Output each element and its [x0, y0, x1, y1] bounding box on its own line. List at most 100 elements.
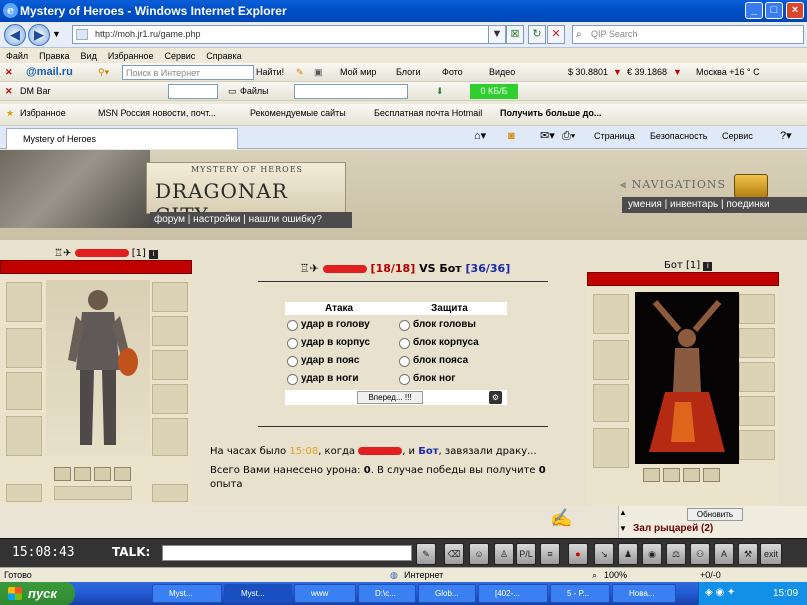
task-402[interactable]: [402-... [478, 584, 548, 603]
sphere-icon[interactable]: ◉ [642, 543, 662, 565]
bot-info-icon[interactable]: i [703, 262, 713, 271]
amulet-slot[interactable] [6, 484, 42, 502]
square-icon[interactable]: ▣ [314, 65, 323, 80]
gloves-slot[interactable] [6, 328, 42, 368]
player-info-icon[interactable]: i [149, 250, 159, 259]
mailru-video[interactable]: Видео [489, 65, 515, 80]
tab-mystery-of-heroes[interactable]: Mystery of Heroes [6, 128, 238, 149]
url-dropdown-icon[interactable]: ▼ [488, 25, 506, 44]
scroll-down-icon[interactable]: ▼ [619, 524, 627, 533]
tools-menu[interactable]: Сервис [722, 129, 753, 144]
menu-tools[interactable]: Сервис [164, 51, 195, 61]
minimize-button[interactable]: _ [745, 2, 763, 19]
balance-icon[interactable]: ⚖ [666, 543, 686, 565]
nav-duels[interactable]: поединки [726, 199, 769, 210]
armor-slot[interactable] [6, 416, 42, 456]
task-glob[interactable]: Glob... [418, 584, 476, 603]
talk-input[interactable] [162, 545, 412, 561]
game-menu-forum[interactable]: форум [154, 214, 185, 225]
mailru-my-world[interactable]: Мой мир [340, 65, 376, 80]
download-arrow-icon[interactable]: ⬇ [436, 84, 444, 99]
mailru-logo[interactable]: @mail.ru [26, 65, 73, 80]
back-button[interactable]: ◀ [4, 24, 26, 46]
block-head-option[interactable]: блок головы [397, 317, 476, 333]
compat-view-icon[interactable]: ⊠ [506, 25, 524, 44]
list-icon[interactable]: ≡ [540, 543, 560, 565]
game-menu-settings[interactable]: настройки [193, 214, 240, 225]
block-body-radio[interactable] [399, 338, 410, 349]
task-ie-active[interactable]: Myst... [224, 584, 292, 603]
mailru-photo[interactable]: Фото [442, 65, 463, 80]
attack-head-option[interactable]: удар в голову [285, 317, 370, 333]
brush-icon[interactable]: ✎ [416, 543, 436, 565]
text-a-button[interactable]: A [714, 543, 734, 565]
menu-view[interactable]: Вид [81, 51, 97, 61]
boots-slot[interactable] [152, 418, 188, 456]
close-toolbar-icon[interactable]: ✕ [5, 65, 13, 80]
figure-icon[interactable]: ♟ [618, 543, 638, 565]
attack-waist-radio[interactable] [287, 356, 298, 367]
mail-icon[interactable]: ✉▾ [540, 129, 555, 144]
fav-hotmail[interactable]: Бесплатная почта Hotmail [374, 106, 482, 121]
start-button[interactable]: пуск [0, 582, 75, 605]
task-5[interactable]: 5 - Р... [550, 584, 610, 603]
url-input[interactable]: http://moh.jr1.ru/game.php [72, 25, 502, 44]
scroll-up-icon[interactable]: ▲ [619, 508, 627, 517]
zoom-level[interactable]: 100% [604, 568, 627, 582]
necklace-slot[interactable] [152, 282, 188, 312]
history-dropdown-icon[interactable]: ▼ [52, 29, 61, 39]
dm-files-label[interactable]: Файлы [240, 84, 269, 99]
eur-rate[interactable]: € 39.1868 [627, 65, 667, 80]
attack-waist-option[interactable]: удар в пояс [285, 353, 359, 369]
mailru-find-button[interactable]: Найти! [256, 65, 284, 80]
knights-hall-label[interactable]: Зал рыцарей (2) [633, 523, 713, 534]
attack-body-option[interactable]: удар в корпус [285, 335, 370, 351]
forward-button[interactable]: ▶ [28, 24, 50, 46]
maximize-button[interactable]: □ [765, 2, 783, 19]
attack-head-radio[interactable] [287, 320, 298, 331]
mailru-search-input[interactable]: Поиск в Интернет [122, 65, 254, 80]
person-icon[interactable]: ♙ [494, 543, 514, 565]
weapon-slot[interactable] [6, 372, 42, 410]
close-window-button[interactable]: × [786, 2, 804, 19]
people-icon[interactable]: ⚇ [690, 543, 710, 565]
refresh-button[interactable]: Обновить [687, 508, 743, 521]
block-legs-option[interactable]: блок ног [397, 371, 455, 387]
search-input[interactable]: QIP Search [572, 25, 804, 44]
mailru-blogs[interactable]: Блоги [396, 65, 420, 80]
safety-menu[interactable]: Безопасность [650, 129, 707, 144]
ring-slot-4[interactable] [114, 467, 131, 481]
ring-slot-2[interactable] [74, 467, 91, 481]
block-legs-radio[interactable] [399, 374, 410, 385]
task-opera-1[interactable]: Myst... [152, 584, 222, 603]
attack-legs-option[interactable]: удар в ноги [285, 371, 359, 387]
attack-body-radio[interactable] [287, 338, 298, 349]
pencil-icon[interactable]: ✎ [296, 65, 304, 80]
helmet-slot[interactable] [6, 282, 42, 322]
menu-favorites[interactable]: Избранное [108, 51, 154, 61]
smile-icon[interactable]: ☺ [469, 543, 489, 565]
tray-icons[interactable]: ◈ ◉ ✦ [705, 587, 735, 598]
menu-file[interactable]: Файл [6, 51, 28, 61]
usd-rate[interactable]: $ 30.8801 [568, 65, 608, 80]
stop-icon[interactable]: ✕ [547, 25, 565, 44]
forward-button[interactable]: Вперед... !!! [357, 391, 423, 404]
record-icon[interactable]: ● [568, 543, 588, 565]
dm-bar-label[interactable]: DM Bar [20, 84, 51, 99]
print-icon[interactable]: ⎙▾ [562, 129, 575, 144]
shield-slot[interactable] [152, 350, 188, 380]
close-dm-toolbar-icon[interactable]: ✕ [5, 84, 13, 99]
pants-slot[interactable] [152, 484, 188, 502]
attack-legs-radio[interactable] [287, 374, 298, 385]
block-waist-option[interactable]: блок пояса [397, 353, 468, 369]
belt-slot[interactable] [152, 384, 188, 414]
menu-help[interactable]: Справка [206, 51, 241, 61]
belt-items-slot[interactable] [54, 486, 132, 500]
fav-msn[interactable]: MSN Россия новости, почт... [98, 106, 216, 121]
block-waist-radio[interactable] [399, 356, 410, 367]
bracers-slot[interactable] [152, 316, 188, 346]
help-icon[interactable]: ?▾ [780, 129, 792, 144]
rss-icon[interactable]: ◙ [508, 129, 515, 144]
dm-empty-field[interactable] [168, 84, 218, 99]
exit-button[interactable]: exit [760, 543, 782, 565]
